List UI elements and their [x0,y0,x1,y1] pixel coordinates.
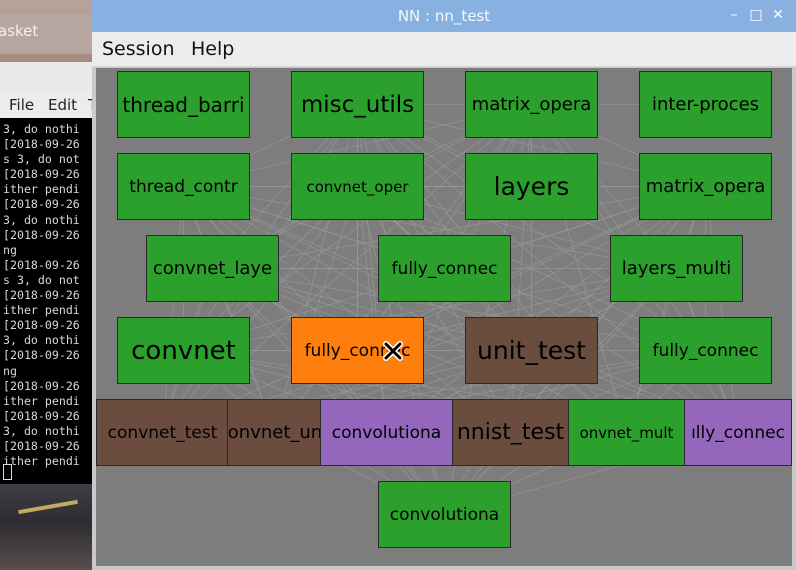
terminal-line: [2018-09-26 [3,348,80,363]
terminal-line: ng [3,363,17,378]
graph-edge [212,268,445,515]
graph-node[interactable]: convnet_test [96,399,229,466]
graph-node[interactable]: thread_barri [117,71,250,138]
graph-node[interactable]: onvnet_mult [568,399,685,466]
terminal-line: ng [3,242,17,257]
graph-node[interactable]: thread_contr [117,153,250,220]
graph-edge [705,186,739,433]
menubar: Session Help [92,32,796,67]
terminal-line: 3, do nothi [3,212,80,227]
graph-node[interactable]: convnet_laye [146,235,279,302]
terminal-line: [2018-09-26 [3,408,80,423]
graph-edge [357,186,627,433]
terminal-line: [2018-09-26 [3,137,80,152]
graph-edge [162,186,184,433]
background-menu-file[interactable]: File [9,96,34,114]
graph-node[interactable]: fully_connec [639,317,772,384]
background-menubar: File Edit T [0,90,97,118]
mouse-cursor-icon [383,341,403,361]
graph-node[interactable]: fully_connec [378,235,511,302]
graph-node[interactable]: matrix_opera [639,153,772,220]
graph-node[interactable]: convnet [117,317,250,384]
terminal-line: [2018-09-26 [3,378,80,393]
graph-node[interactable]: layers [465,153,598,220]
terminal-output[interactable]: 3, do nothi [2018-09-26 s 3, do not [201… [0,118,94,484]
background-window-title-text: asket [0,22,39,40]
terminal-line: ither pendi [3,182,80,197]
graph-node[interactable]: convolutiona [378,481,511,548]
graph-node[interactable]: matrix_opera [465,71,598,138]
terminal-line: [2018-09-26 [3,438,80,453]
terminal-line: [2018-09-26 [3,167,80,182]
terminal-line: s 3, do not [3,272,80,287]
background-window-title: asket [0,14,92,54]
terminal-line: [2018-09-26 [3,197,80,212]
wallpaper-road [0,484,94,570]
terminal-line: s 3, do not [3,152,80,167]
background-menu-edit[interactable]: Edit [48,96,77,114]
terminal-line: ither pendi [3,393,80,408]
graph-node-selected[interactable]: fully_connec [291,317,424,384]
window-titlebar[interactable]: NN : nn_test – □ ✕ [92,0,796,32]
terminal-line: 3, do nothi [3,122,80,136]
maximize-icon[interactable]: □ [748,6,764,24]
graph-node[interactable]: nnist_test [452,399,569,466]
terminal-line: 3, do nothi [3,333,80,348]
minimize-icon[interactable]: – [726,6,742,24]
graph-node[interactable]: unit_test [465,317,598,384]
window-title: NN : nn_test [397,7,491,25]
terminal-line: [2018-09-26 [3,257,80,272]
nn-window: NN : nn_test – □ ✕ Session Help thread_b… [92,0,796,570]
close-icon[interactable]: ✕ [770,6,786,24]
terminal-line: [2018-09-26 [3,288,80,303]
graph-node[interactable]: convolutiona [320,399,453,466]
terminal-line: [2018-09-26 [3,318,80,333]
menu-session[interactable]: Session [102,38,175,60]
menu-help[interactable]: Help [191,38,234,60]
graph-node[interactable]: misc_utils [291,71,424,138]
graph-node[interactable]: convnet_oper [291,153,424,220]
graph-node[interactable]: layers_multi [610,235,743,302]
graph-canvas[interactable]: thread_barri misc_utils matrix_opera int… [96,68,792,566]
graph-node[interactable]: ılly_connec [684,399,792,466]
graph-node[interactable]: inter-proces [639,71,772,138]
terminal-line: 3, do nothi [3,423,80,438]
graph-node[interactable]: onvnet_un [227,399,323,466]
terminal-line: ither pendi [3,303,80,318]
terminal-line: ither pendi [3,454,80,469]
terminal-cursor [3,464,12,480]
terminal-line: [2018-09-26 [3,227,80,242]
